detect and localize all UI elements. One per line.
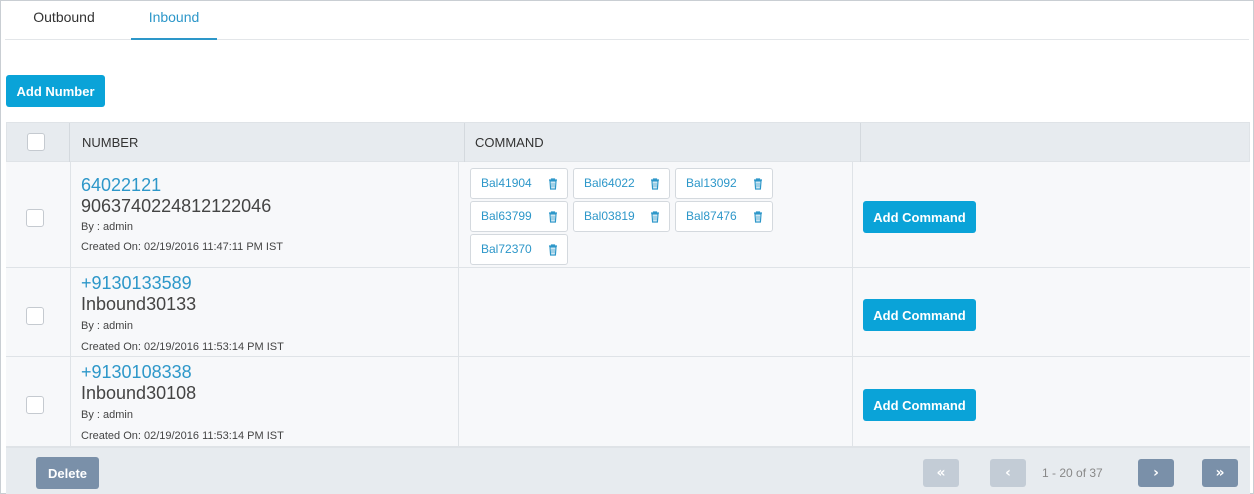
command-chip[interactable]: Bal03819 bbox=[573, 201, 670, 232]
table-row: +9130108338 Inbound30108 By : admin Crea… bbox=[6, 357, 1250, 447]
number-link[interactable]: +9130108338 bbox=[81, 362, 192, 383]
table-row: +9130133589 Inbound30133 By : admin Crea… bbox=[6, 268, 1250, 357]
row-checkbox[interactable] bbox=[26, 307, 44, 325]
last-page-button[interactable]: » bbox=[1202, 459, 1238, 487]
number-column-header[interactable]: NUMBER bbox=[82, 123, 138, 163]
created-by: By : admin bbox=[81, 320, 133, 332]
trash-icon[interactable] bbox=[548, 211, 558, 223]
number-name: Inbound30108 bbox=[81, 383, 197, 403]
created-on: Created On: 02/19/2016 11:47:11 PM IST bbox=[81, 241, 283, 253]
number-name: 9063740224812122046 bbox=[81, 196, 272, 216]
header-divider bbox=[860, 123, 861, 163]
first-page-button[interactable]: « bbox=[923, 459, 959, 487]
select-all-checkbox[interactable] bbox=[27, 133, 45, 151]
cell-divider bbox=[852, 268, 853, 357]
tab-inbound[interactable]: Inbound bbox=[131, 1, 217, 40]
cell-divider bbox=[852, 357, 853, 447]
trash-icon[interactable] bbox=[650, 178, 660, 190]
trash-icon[interactable] bbox=[548, 244, 558, 256]
table-footer: Delete « ‹ 1 - 20 of 37 › » bbox=[6, 447, 1250, 494]
cell-divider bbox=[70, 162, 71, 268]
tab-outbound[interactable]: Outbound bbox=[5, 1, 123, 40]
next-page-button[interactable]: › bbox=[1138, 459, 1174, 487]
command-chip-label: Bal64022 bbox=[584, 176, 635, 190]
cell-divider bbox=[458, 268, 459, 357]
prev-page-button[interactable]: ‹ bbox=[990, 459, 1026, 487]
command-chip-label: Bal63799 bbox=[481, 209, 532, 223]
header-divider bbox=[69, 123, 70, 163]
number-link[interactable]: +9130133589 bbox=[81, 273, 192, 294]
delete-button[interactable]: Delete bbox=[36, 457, 99, 489]
tab-bar: Outbound Inbound bbox=[5, 1, 1249, 40]
table-header: NUMBER COMMAND bbox=[6, 122, 1250, 163]
cell-divider bbox=[70, 357, 71, 447]
cell-divider bbox=[458, 162, 459, 268]
command-chip[interactable]: Bal64022 bbox=[573, 168, 670, 199]
command-chip[interactable]: Bal63799 bbox=[470, 201, 568, 232]
command-chip[interactable]: Bal87476 bbox=[675, 201, 773, 232]
command-column-header[interactable]: COMMAND bbox=[475, 123, 544, 163]
add-command-button[interactable]: Add Command bbox=[863, 299, 976, 331]
trash-icon[interactable] bbox=[753, 178, 763, 190]
trash-icon[interactable] bbox=[548, 178, 558, 190]
number-link[interactable]: 64022121 bbox=[81, 175, 161, 196]
row-checkbox[interactable] bbox=[26, 396, 44, 414]
pagination-info: 1 - 20 of 37 bbox=[1042, 466, 1103, 480]
command-chip-label: Bal72370 bbox=[481, 242, 532, 256]
created-by: By : admin bbox=[81, 409, 133, 421]
command-chip[interactable]: Bal72370 bbox=[470, 234, 568, 265]
created-on: Created On: 02/19/2016 11:53:14 PM IST bbox=[81, 341, 284, 353]
add-command-button[interactable]: Add Command bbox=[863, 201, 976, 233]
command-chip[interactable]: Bal13092 bbox=[675, 168, 773, 199]
number-name: Inbound30133 bbox=[81, 294, 197, 314]
row-checkbox[interactable] bbox=[26, 209, 44, 227]
table-row: 64022121 9063740224812122046 By : admin … bbox=[6, 162, 1250, 268]
trash-icon[interactable] bbox=[650, 211, 660, 223]
command-chip-label: Bal87476 bbox=[686, 209, 737, 223]
command-chip-label: Bal13092 bbox=[686, 176, 737, 190]
trash-icon[interactable] bbox=[753, 211, 763, 223]
cell-divider bbox=[70, 268, 71, 357]
add-number-button[interactable]: Add Number bbox=[6, 75, 105, 107]
created-by: By : admin bbox=[81, 221, 133, 233]
cell-divider bbox=[852, 162, 853, 268]
cell-divider bbox=[458, 357, 459, 447]
command-chip[interactable]: Bal41904 bbox=[470, 168, 568, 199]
header-divider bbox=[464, 123, 465, 163]
created-on: Created On: 02/19/2016 11:53:14 PM IST bbox=[81, 430, 284, 442]
add-command-button[interactable]: Add Command bbox=[863, 389, 976, 421]
command-chip-label: Bal03819 bbox=[584, 209, 635, 223]
inbound-numbers-panel: Outbound Inbound Add Number NUMBER COMMA… bbox=[0, 0, 1254, 494]
numbers-table: NUMBER COMMAND 64022121 9063740224812122… bbox=[6, 122, 1250, 494]
command-chip-label: Bal41904 bbox=[481, 176, 532, 190]
